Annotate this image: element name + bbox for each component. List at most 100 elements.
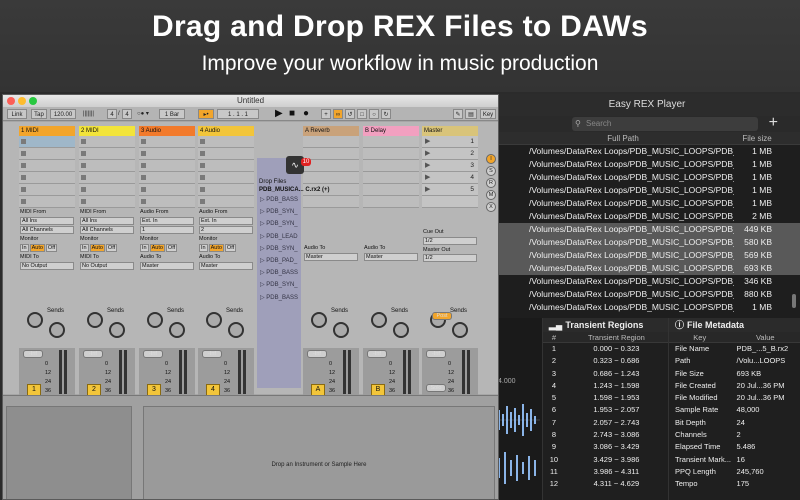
clip-slot[interactable] xyxy=(19,172,75,184)
volume-display[interactable]: -Inf xyxy=(426,350,446,358)
clip-stop-icon[interactable] xyxy=(81,187,86,192)
scene-play-icon[interactable]: ▶ xyxy=(425,160,430,172)
track-header[interactable]: 2 MIDI xyxy=(79,126,135,136)
table-row[interactable]: /Volumes/Data/Rex Loops/PDB_MUSIC_LOOPS/… xyxy=(494,197,800,210)
clip-slot[interactable] xyxy=(198,148,254,160)
overdub-icon[interactable]: + xyxy=(321,109,331,119)
table-row[interactable]: /Volumes/Data/Rex Loops/PDB_MUSIC_LOOPS/… xyxy=(494,249,800,262)
midi-map-icon[interactable]: ▤ xyxy=(465,109,477,119)
clip-stop-icon[interactable] xyxy=(21,139,26,144)
clip-stop-icon[interactable] xyxy=(81,163,86,168)
key-map-button[interactable]: Key xyxy=(480,109,496,119)
input-channel-select[interactable]: All Channels xyxy=(80,225,134,234)
clip-stop-icon[interactable] xyxy=(200,163,205,168)
monitor-in-button[interactable]: In xyxy=(80,244,89,252)
sends-toggle-icon[interactable]: S xyxy=(486,166,496,176)
send-a-knob[interactable] xyxy=(206,312,222,328)
column-transient-region[interactable]: Transient Region xyxy=(565,332,668,342)
instrument-drop-zone[interactable]: Drop an Instrument or Sample Here xyxy=(143,406,495,499)
output-select[interactable]: No Output xyxy=(20,261,74,270)
clip-stop-icon[interactable] xyxy=(141,175,146,180)
send-a-knob[interactable] xyxy=(87,312,103,328)
automation-arm-icon[interactable]: ∞ xyxy=(333,109,343,119)
table-row[interactable]: Transient Mark... 16 xyxy=(669,454,800,466)
clip-stop-icon[interactable] xyxy=(200,187,205,192)
returns-toggle-icon[interactable]: R xyxy=(486,178,496,188)
table-row[interactable]: File Size 693 KB xyxy=(669,368,800,380)
table-row[interactable]: 8 2.743 ~ 3.086 xyxy=(543,429,668,441)
tempo-field[interactable]: 120.00 xyxy=(50,109,76,119)
clip-slot[interactable] xyxy=(198,184,254,196)
position-field[interactable]: 1 . 1 . 1 xyxy=(217,109,259,119)
clip-stop-icon[interactable] xyxy=(141,163,146,168)
draw-mode-icon[interactable]: ✎ xyxy=(453,109,463,119)
table-row[interactable]: /Volumes/Data/Rex Loops/PDB_MUSIC_LOOPS/… xyxy=(494,210,800,223)
cue-out-select[interactable]: 1/2 xyxy=(423,236,477,245)
column-key[interactable]: Key xyxy=(669,332,731,342)
table-row[interactable]: 3 0.686 ~ 1.243 xyxy=(543,368,668,380)
table-row[interactable]: /Volumes/Data/Rex Loops/PDB_MUSIC_LOOPS/… xyxy=(494,275,800,288)
clip-stop-icon[interactable] xyxy=(141,151,146,156)
table-row[interactable]: /Volumes/Data/Rex Loops/PDB_MUSIC_LOOPS/… xyxy=(494,288,800,301)
track-header[interactable]: 1 MIDI xyxy=(19,126,75,136)
input-channel-select[interactable]: All Channels xyxy=(20,225,74,234)
minimize-icon[interactable] xyxy=(18,97,26,105)
track-header[interactable]: 3 Audio xyxy=(139,126,195,136)
clip-slot[interactable] xyxy=(19,148,75,160)
sig-numerator[interactable]: 4 xyxy=(107,109,117,119)
record-toggle-icon[interactable]: ○● ▾ xyxy=(137,109,149,119)
volume-display[interactable]: -Inf xyxy=(202,350,222,358)
monitor-off-button[interactable]: Off xyxy=(165,244,178,252)
scene-play-icon[interactable]: ▶ xyxy=(425,136,430,148)
clip-slot[interactable] xyxy=(79,148,135,160)
link-button[interactable]: Link xyxy=(7,109,27,119)
monitor-in-button[interactable]: In xyxy=(199,244,208,252)
table-row[interactable]: PPQ Length 245,760 xyxy=(669,466,800,478)
clip-stop-icon[interactable] xyxy=(81,199,86,204)
scene-launch[interactable]: ▶ 5 xyxy=(422,184,478,196)
capture-icon[interactable]: □ xyxy=(357,109,367,119)
metronome-icon[interactable]: ||||||| xyxy=(83,109,94,119)
clip-slot[interactable] xyxy=(139,172,195,184)
table-row[interactable]: Elapsed Time 5.486 xyxy=(669,441,800,453)
track-header[interactable]: B Delay xyxy=(363,126,419,136)
clip-stop-icon[interactable] xyxy=(21,163,26,168)
clip-stop-icon[interactable] xyxy=(81,151,86,156)
send-b-knob[interactable] xyxy=(228,322,244,338)
table-row[interactable]: 5 1.598 ~ 1.953 xyxy=(543,392,668,404)
quantize-select[interactable]: 1 Bar xyxy=(159,109,185,119)
table-row[interactable]: /Volumes/Data/Rex Loops/PDB_MUSIC_LOOPS/… xyxy=(494,145,800,158)
back-to-arrangement-icon[interactable]: ↺ xyxy=(345,109,355,119)
zoom-icon[interactable] xyxy=(29,97,37,105)
scene-play-icon[interactable]: ▶ xyxy=(425,184,430,196)
clip-slot[interactable] xyxy=(79,196,135,208)
table-row[interactable]: File Created 20 Jul...36 PM xyxy=(669,380,800,392)
table-row[interactable]: /Volumes/Data/Rex Loops/PDB_MUSIC_LOOPS/… xyxy=(494,301,800,314)
clip-stop-icon[interactable] xyxy=(141,139,146,144)
send-b-knob[interactable] xyxy=(169,322,185,338)
column-index[interactable]: # xyxy=(543,332,565,342)
volume-display[interactable]: -Inf xyxy=(143,350,163,358)
column-file-size[interactable]: File size xyxy=(722,132,792,144)
table-row[interactable]: 2 0.323 ~ 0.686 xyxy=(543,355,668,367)
clip-slot[interactable] xyxy=(19,136,75,148)
clip-stop-icon[interactable] xyxy=(200,199,205,204)
output-select[interactable]: Master xyxy=(304,252,358,261)
clip-slot[interactable] xyxy=(19,160,75,172)
send-a-knob[interactable] xyxy=(311,312,327,328)
table-row[interactable]: 9 3.086 ~ 3.429 xyxy=(543,441,668,453)
table-row[interactable]: /Volumes/Data/Rex Loops/PDB_MUSIC_LOOPS/… xyxy=(494,236,800,249)
table-row[interactable]: /Volumes/Data/Rex Loops/PDB_MUSIC_LOOPS/… xyxy=(494,184,800,197)
scene-launch[interactable]: ▶ 1 xyxy=(422,136,478,148)
send-a-knob[interactable] xyxy=(27,312,43,328)
table-row[interactable]: File Name PDB_...5_B.rx2 xyxy=(669,343,800,355)
clip-slot[interactable] xyxy=(19,196,75,208)
clip-slot[interactable] xyxy=(198,136,254,148)
clip-stop-icon[interactable] xyxy=(81,175,86,180)
send-b-knob[interactable] xyxy=(393,322,409,338)
loop-icon[interactable]: ↻ xyxy=(381,109,391,119)
send-a-knob[interactable] xyxy=(371,312,387,328)
clip-stop-icon[interactable] xyxy=(21,199,26,204)
track-header[interactable]: Master xyxy=(422,126,478,136)
column-value[interactable]: Value xyxy=(731,332,800,342)
